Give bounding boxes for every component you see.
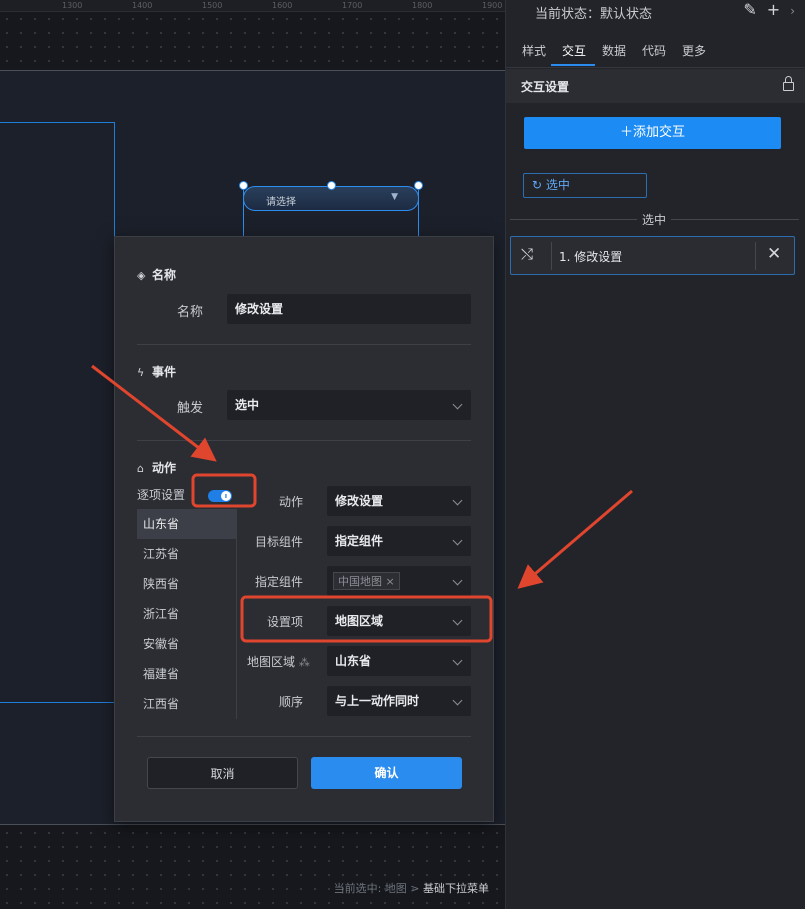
breadcrumb-prefix: 当前选中: 地图 > (333, 882, 420, 895)
chevron-down-icon (452, 655, 463, 666)
ruler-tick: 1800 (412, 1, 433, 10)
ruler-tick: 1600 (272, 1, 293, 10)
chevron-down-icon (452, 495, 463, 506)
name-input[interactable]: 修改设置 (227, 294, 471, 324)
divider (551, 242, 552, 270)
panel-tabs: 样式 交互 数据 代码 更多 (506, 34, 805, 68)
action-section-title: ⌂ 动作 (137, 461, 177, 475)
region-label: 地图区域 ⁂ (247, 655, 310, 669)
name-label: 名称 (176, 305, 203, 320)
specified-label: 指定组件 (254, 575, 303, 589)
canvas-grid-top (0, 12, 505, 70)
component-tag[interactable]: 中国地图 × (333, 572, 400, 590)
active-tab-indicator (551, 64, 595, 66)
state-actions: ✎ + › (733, 0, 795, 19)
per-item-label: 逐项设置 (137, 488, 186, 502)
plus-icon: ＋ (619, 125, 633, 140)
tab-code[interactable]: 代码 (642, 42, 666, 59)
interaction-settings-header: 交互设置 (506, 69, 805, 103)
chevron-down-icon (452, 399, 463, 410)
resize-handle[interactable] (239, 181, 248, 190)
trigger-chip[interactable]: ↻ 选中 (523, 173, 647, 198)
close-icon[interactable]: ✕ (767, 244, 781, 264)
name-section-title: ◈ 名称 (137, 268, 177, 282)
chevron-down-icon (452, 615, 463, 626)
properties-panel: 当前状态：默认状态 ✎ + › 样式 交互 数据 代码 更多 交互设置 ＋添加交互 … (505, 0, 805, 909)
chevron-right-icon[interactable]: › (790, 4, 795, 18)
toggle-knob: ı (221, 491, 231, 501)
ruler-tick: 1400 (132, 1, 153, 10)
group-label: 选中 (637, 211, 672, 228)
region-list: 山东省 江苏省 陕西省 浙江省 安徽省 福建省 江西省 (137, 509, 237, 719)
add-interaction-button[interactable]: ＋添加交互 (524, 117, 781, 149)
target-label: 目标组件 (254, 535, 303, 549)
selection-breadcrumb: 当前选中: 地图 > 基础下拉菜单 (334, 880, 489, 896)
list-divider (236, 509, 237, 719)
trigger-label: 触发 (176, 401, 203, 416)
cancel-button[interactable]: 取消 (147, 757, 298, 789)
setting-select[interactable]: 地图区域 (327, 606, 471, 636)
per-item-toggle[interactable]: ı (208, 490, 232, 502)
lock-icon[interactable] (783, 76, 794, 91)
hand-icon: ⌂ (137, 462, 144, 475)
canvas-grid-bottom (0, 826, 505, 909)
map-component-frame[interactable] (0, 122, 115, 703)
shuffle-icon: ⤭ (521, 245, 534, 263)
divider (137, 440, 471, 441)
magic-wand-icon[interactable]: ⁂ (299, 656, 310, 669)
edit-icon[interactable]: ✎ (743, 0, 756, 19)
dropdown-placeholder: 请选择 (266, 197, 296, 208)
plus-icon[interactable]: + (767, 0, 780, 19)
region-item[interactable]: 福建省 (137, 659, 237, 689)
event-section-title: ϟ 事件 (137, 365, 177, 379)
resize-handle[interactable] (327, 181, 336, 190)
tab-style[interactable]: 样式 (522, 42, 546, 59)
diamond-icon: ◈ (137, 269, 146, 282)
action-item[interactable]: ⤭ 1. 修改设置 ✕ (510, 236, 795, 275)
tag-close-icon[interactable]: × (386, 575, 395, 588)
region-item[interactable]: 浙江省 (137, 599, 237, 629)
chevron-down-icon (452, 575, 463, 586)
trigger-select[interactable]: 选中 (227, 390, 471, 420)
ruler-tick: 1500 (202, 1, 223, 10)
setting-label: 设置项 (266, 615, 303, 629)
confirm-button[interactable]: 确认 (311, 757, 462, 789)
specified-select[interactable]: 中国地图 × (327, 566, 471, 596)
order-select[interactable]: 与上一动作同时 (327, 686, 471, 716)
tab-more[interactable]: 更多 (682, 42, 706, 59)
chevron-down-icon (452, 695, 463, 706)
lightning-icon: ϟ (137, 366, 145, 379)
action-type-select[interactable]: 修改设置 (327, 486, 471, 516)
dropdown-arrow-icon: ▼ (391, 192, 398, 202)
chevron-down-icon (452, 535, 463, 546)
region-item[interactable]: 江苏省 (137, 539, 237, 569)
order-label: 顺序 (278, 695, 303, 709)
target-select[interactable]: 指定组件 (327, 526, 471, 556)
region-item[interactable]: 安徽省 (137, 629, 237, 659)
ruler-tick: 1700 (342, 1, 363, 10)
divider (755, 242, 756, 270)
current-state: 当前状态：默认状态 (535, 7, 653, 22)
horizontal-ruler: 1300 1400 1500 1600 1700 1800 1900 (0, 0, 505, 12)
region-item[interactable]: 山东省 (137, 509, 237, 539)
tab-interaction[interactable]: 交互 (562, 42, 586, 59)
divider (137, 344, 471, 345)
region-item[interactable]: 陕西省 (137, 569, 237, 599)
ruler-tick: 1300 (62, 1, 83, 10)
resize-handle[interactable] (414, 181, 423, 190)
action-item-label: 1. 修改设置 (559, 250, 623, 264)
region-item[interactable]: 江西省 (137, 689, 237, 719)
interaction-edit-dialog: ◈ 名称 名称 修改设置 ϟ 事件 触发 选中 ⌂ 动作 逐项设置 ı 山东省 江苏省… (114, 236, 494, 822)
divider (137, 736, 471, 737)
action-type-label: 动作 (278, 495, 303, 509)
ruler-tick: 1900 (482, 1, 503, 10)
region-select[interactable]: 山东省 (327, 646, 471, 676)
breadcrumb-current: 基础下拉菜单 (423, 882, 489, 895)
section-title: 交互设置 (521, 80, 570, 94)
pointer-icon: ↻ (532, 178, 543, 192)
tab-data[interactable]: 数据 (602, 42, 626, 59)
